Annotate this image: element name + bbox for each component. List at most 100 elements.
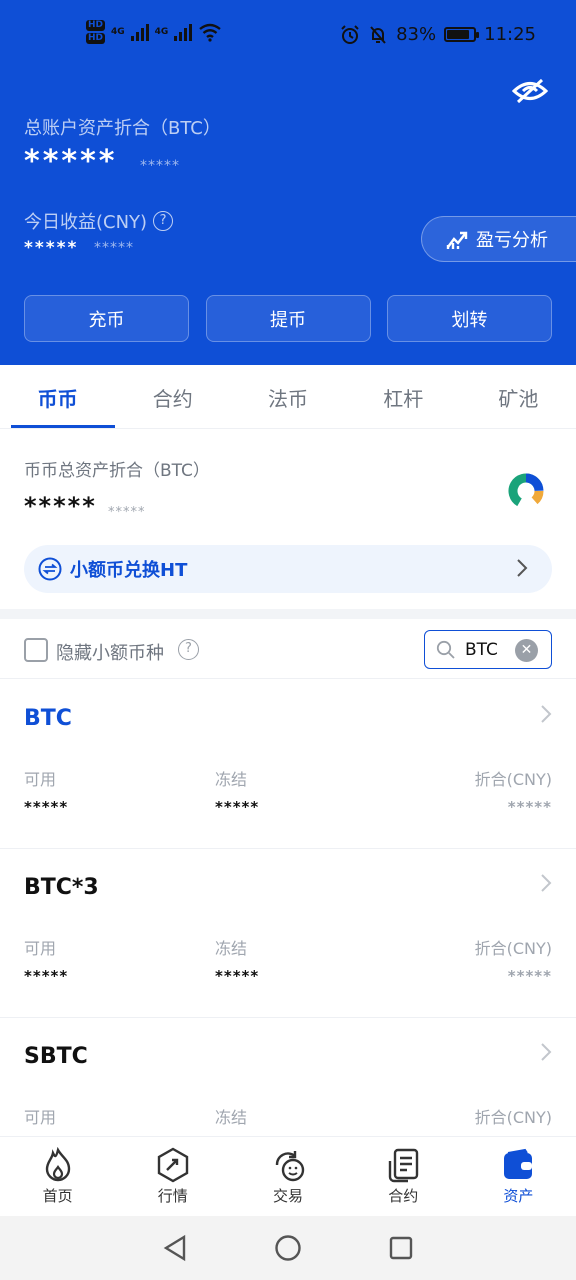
nav-market-label: 行情: [157, 1187, 188, 1205]
chevron-right-icon: [541, 705, 552, 723]
coin-name: BTC*3: [24, 875, 99, 900]
pnl-analysis-label: 盈亏分析: [476, 230, 548, 251]
today-earnings-label-row: 今日收益(CNY) ?: [24, 208, 174, 234]
recents-square-icon[interactable]: [388, 1235, 414, 1261]
clock: 11:25: [484, 24, 536, 45]
deposit-button[interactable]: 充币: [24, 295, 189, 342]
coin-search-input[interactable]: BTC ✕: [424, 630, 552, 669]
available-label: 可用: [24, 1108, 57, 1127]
today-earnings-sub-value: *****: [94, 240, 134, 256]
coin-row[interactable]: BTC 可用 冻结 折合(CNY) ***** ***** *****: [0, 680, 576, 849]
tab-spot[interactable]: 币币: [0, 365, 116, 428]
available-label: 可用: [24, 939, 57, 958]
assets-header: HD HD 4G 4G 83% 11:25 总账户资产折合（BTC） *****…: [0, 0, 576, 365]
hd-badge-bottom: HD: [86, 33, 106, 44]
available-label: 可用: [24, 770, 57, 789]
alarm-icon: [341, 24, 359, 44]
wallet-icon: [504, 1148, 533, 1179]
trend-chart-icon: [446, 231, 468, 249]
frozen-label: 冻结: [215, 1108, 248, 1127]
value-label: 折合(CNY): [474, 939, 552, 958]
system-nav-bar: [0, 1216, 576, 1280]
help-icon[interactable]: ?: [153, 211, 174, 231]
network-type-2: 4G: [154, 27, 169, 37]
assets-page: HD HD 4G 4G 83% 11:25 总账户资产折合（BTC） *****…: [0, 0, 576, 1280]
today-earnings-value: *****: [24, 238, 79, 258]
spot-total-label: 币币总资产折合（BTC）: [24, 461, 210, 481]
flame-icon: [45, 1147, 70, 1182]
battery-percent: 83%: [396, 24, 437, 45]
home-circle-icon[interactable]: [274, 1234, 302, 1262]
frozen-label: 冻结: [215, 939, 248, 958]
pnl-analysis-button[interactable]: 盈亏分析: [421, 216, 576, 262]
small-coin-exchange-bar[interactable]: 小额币兑换HT: [24, 545, 552, 593]
spot-total-value: *****: [24, 492, 97, 520]
network-indicators: HD HD 4G 4G: [86, 20, 222, 44]
asset-actions: 充币 提币 划转: [24, 295, 552, 342]
battery-icon: [444, 27, 480, 42]
hd-indicator: HD HD: [86, 20, 106, 44]
bottom-nav: 首页 行情 交易 合约 资产: [0, 1136, 576, 1216]
coin-filter-row: 隐藏小额币种 ? BTC ✕: [0, 619, 576, 679]
account-tabs: 币币 合约 法币 杠杆 矿池: [0, 365, 576, 429]
nav-market[interactable]: 行情: [115, 1137, 230, 1216]
network-type-1: 4G: [111, 27, 125, 37]
transfer-button[interactable]: 划转: [387, 295, 552, 342]
coin-name: SBTC: [24, 1044, 88, 1069]
hd-badge-top: HD: [86, 20, 106, 31]
back-icon[interactable]: [162, 1234, 188, 1262]
available-value: *****: [24, 967, 69, 985]
search-value: BTC: [465, 640, 498, 660]
chevron-right-icon: [517, 559, 528, 577]
coin-name: BTC: [24, 706, 72, 731]
nav-trade[interactable]: 交易: [230, 1137, 345, 1216]
total-assets-label: 总账户资产折合（BTC）: [24, 118, 221, 139]
total-assets-sub-value: *****: [140, 158, 180, 174]
nav-contract-label: 合约: [388, 1187, 419, 1205]
today-earnings-label: 今日收益(CNY): [24, 212, 148, 233]
total-assets-value: *****: [24, 144, 118, 179]
pie-chart-icon[interactable]: [507, 472, 545, 510]
nav-assets-label: 资产: [503, 1187, 534, 1205]
hide-small-checkbox[interactable]: [24, 638, 48, 662]
available-value: *****: [24, 798, 69, 816]
withdraw-button[interactable]: 提币: [205, 295, 371, 342]
battery-fill: [447, 30, 470, 39]
frozen-value: *****: [215, 798, 260, 816]
nav-home-label: 首页: [42, 1187, 73, 1205]
small-coin-exchange-label: 小额币兑换HT: [70, 560, 188, 581]
spot-total-sub-value: *****: [108, 505, 146, 520]
value-label: 折合(CNY): [474, 770, 552, 789]
frozen-value: *****: [215, 967, 260, 985]
tab-contract[interactable]: 合约: [115, 365, 230, 428]
section-divider: [0, 609, 576, 619]
mute-bell-icon: [370, 25, 386, 44]
cny-value: *****: [507, 967, 552, 985]
help-icon[interactable]: ?: [178, 639, 199, 660]
signal-icon: [130, 23, 149, 41]
status-right: 83% 11:25: [340, 24, 536, 45]
wifi-icon: [199, 23, 222, 42]
nav-home[interactable]: 首页: [0, 1137, 115, 1216]
nav-assets[interactable]: 资产: [461, 1137, 576, 1216]
status-bar: HD HD 4G 4G 83% 11:25: [0, 18, 576, 54]
chevron-right-icon: [541, 1043, 552, 1061]
coin-row[interactable]: BTC*3 可用 冻结 折合(CNY) ***** ***** *****: [0, 849, 576, 1018]
contract-icon: [389, 1148, 419, 1183]
signal-icon-2: [174, 23, 193, 41]
tab-pool[interactable]: 矿池: [461, 365, 576, 428]
chevron-right-icon: [541, 874, 552, 892]
cny-value: *****: [507, 798, 552, 816]
nav-contract[interactable]: 合约: [346, 1137, 461, 1216]
nav-trade-label: 交易: [273, 1187, 304, 1205]
hide-balance-eye-icon[interactable]: [512, 78, 548, 104]
tab-fiat[interactable]: 法币: [230, 365, 345, 428]
value-label: 折合(CNY): [474, 1108, 552, 1127]
swap-icon: [38, 557, 62, 581]
market-icon: [157, 1147, 188, 1183]
frozen-label: 冻结: [215, 770, 248, 789]
search-icon: [436, 640, 455, 659]
hide-small-label: 隐藏小额币种: [56, 643, 164, 664]
clear-search-icon[interactable]: ✕: [515, 639, 538, 662]
tab-margin[interactable]: 杠杆: [346, 365, 461, 428]
